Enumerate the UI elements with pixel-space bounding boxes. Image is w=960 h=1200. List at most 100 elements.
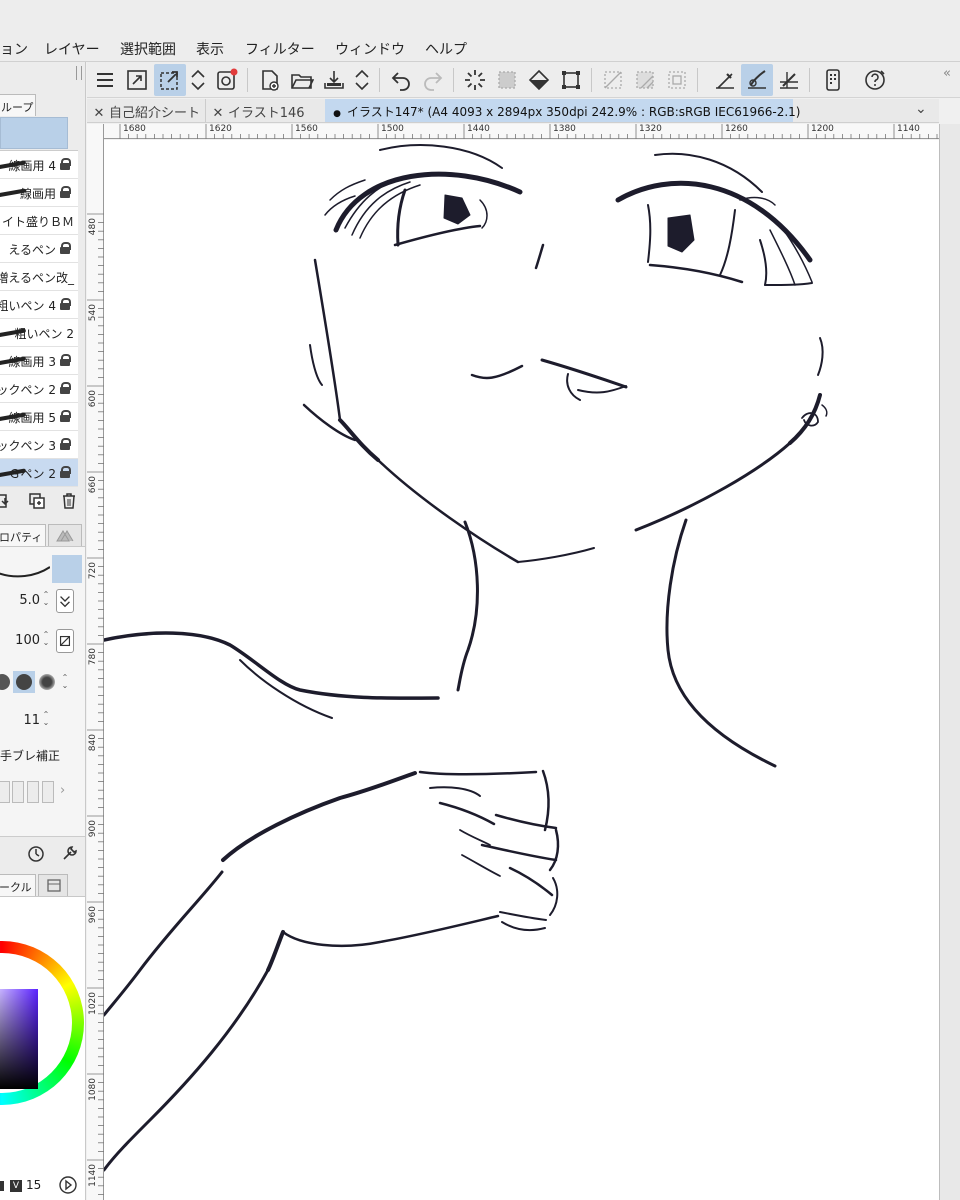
chevron-right-icon[interactable]: › xyxy=(60,783,65,798)
collapse-panel-icon[interactable]: « xyxy=(943,66,951,81)
menu-icon xyxy=(97,73,113,87)
tab-document-illust-147[interactable]: ● イラスト147* (A4 4093 x 2894px 350dpi 242.9… xyxy=(325,99,801,122)
undo-icon xyxy=(391,72,410,91)
menu-item-layer[interactable]: レイヤー xyxy=(44,39,100,59)
ruler-vertical: 480 540 600 660 720 780 840 900 960 1020… xyxy=(87,124,104,1200)
help-button[interactable] xyxy=(859,64,891,96)
opacity-value[interactable]: 100 xyxy=(15,633,40,648)
sub-tool-label: えるペン xyxy=(8,243,56,257)
redo-icon xyxy=(424,72,443,91)
pressure-slot[interactable] xyxy=(27,781,39,803)
brush-size-dynamics-button[interactable] xyxy=(56,589,74,613)
tip-option-hard[interactable] xyxy=(0,674,10,690)
tab-color-history[interactable] xyxy=(38,874,68,896)
tip-option-medium[interactable] xyxy=(16,674,32,690)
brush-stroke-preview xyxy=(0,566,50,578)
hsv-mode-badge[interactable]: V xyxy=(10,1180,22,1192)
tab-document-illust-146[interactable]: ✕ イラスト146 xyxy=(205,99,323,122)
lock-icon xyxy=(60,242,71,254)
snap-special-ruler-button[interactable] xyxy=(741,64,773,96)
drawing-canvas[interactable] xyxy=(102,140,939,1200)
snap-ruler-button[interactable] xyxy=(709,64,741,96)
export-button[interactable] xyxy=(318,64,350,96)
pressure-slot[interactable] xyxy=(12,781,24,803)
companion-mode-button[interactable] xyxy=(817,64,849,96)
fill-button[interactable] xyxy=(523,64,555,96)
link-selection-button[interactable] xyxy=(154,64,186,96)
transform-button[interactable] xyxy=(555,64,587,96)
menu-item-selection[interactable]: 選択範囲 xyxy=(120,39,176,59)
cloud-save-button[interactable] xyxy=(211,64,243,96)
import-icon[interactable] xyxy=(0,492,14,510)
lock-icon xyxy=(60,382,71,394)
panel-grip-icon[interactable] xyxy=(76,66,82,80)
export-icon xyxy=(324,71,344,89)
tone-button[interactable] xyxy=(629,64,661,96)
sub-tool-item[interactable]: 粗いペン 4 xyxy=(0,291,78,319)
menu-button[interactable] xyxy=(89,64,121,96)
reorder-button[interactable] xyxy=(186,64,208,96)
redo-button[interactable] xyxy=(417,64,449,96)
close-icon[interactable]: ✕ xyxy=(93,106,105,121)
sub-tool-item[interactable]: 線画用 xyxy=(0,179,78,207)
grid-button[interactable] xyxy=(597,64,629,96)
clear-button[interactable] xyxy=(459,64,491,96)
tabs-overflow-chevron-icon[interactable]: ⌄ xyxy=(915,101,927,117)
saturation-value-square[interactable] xyxy=(0,989,38,1089)
ruler-label: 1320 xyxy=(639,124,662,134)
sub-tool-item[interactable]: ックペン 3 xyxy=(0,431,78,459)
stabilization-value[interactable]: 11 xyxy=(23,713,40,728)
reorder-button-2[interactable] xyxy=(350,64,372,96)
sub-tool-item[interactable]: 増えるペン改_ xyxy=(0,263,78,291)
sub-tool-item[interactable]: イト盛りＢＭ xyxy=(0,207,78,235)
fit-screen-button[interactable] xyxy=(121,64,153,96)
brush-size-value[interactable]: 5.0 xyxy=(19,593,40,608)
pressure-slot[interactable] xyxy=(0,781,10,803)
brush-size-spinner[interactable]: ⌃ ⌄ xyxy=(41,591,51,609)
preview-lock-button[interactable] xyxy=(52,555,82,583)
duplicate-icon[interactable] xyxy=(28,492,46,510)
open-button[interactable] xyxy=(286,64,318,96)
timer-icon[interactable] xyxy=(26,843,46,863)
sub-tool-item[interactable]: 粗いペン 2 xyxy=(0,319,78,347)
trash-icon[interactable] xyxy=(60,492,78,510)
tab-brush-shape[interactable] xyxy=(48,524,82,546)
wrench-icon[interactable] xyxy=(60,843,80,863)
sub-tool-item-selected[interactable]: Ｇペン 2 xyxy=(0,459,78,487)
sub-tool-actions xyxy=(0,488,85,514)
frame-button[interactable] xyxy=(661,64,693,96)
pressure-slot[interactable] xyxy=(42,781,54,803)
sub-tool-item[interactable]: ックペン 2 xyxy=(0,375,78,403)
ruler-horizontal: 1680 1620 1560 1500 1440 1380 1320 1260 … xyxy=(104,124,939,139)
tab-sub-tool-group[interactable]: ループ xyxy=(0,94,36,116)
tab-document-intro-sheet[interactable]: ✕ 自己紹介シート xyxy=(87,99,203,122)
snap-grid-button[interactable] xyxy=(773,64,805,96)
sub-tool-item[interactable]: 線画用 4 xyxy=(0,151,78,179)
device-icon xyxy=(826,69,840,91)
menu-item-window[interactable]: ウィンドウ xyxy=(335,39,405,59)
tab-color-circle[interactable]: ークル xyxy=(0,874,36,896)
sub-tool-item[interactable]: えるペン xyxy=(0,235,78,263)
play-circle-icon[interactable] xyxy=(58,1175,78,1195)
tip-option-soft[interactable] xyxy=(39,674,55,690)
stabilization-spinner[interactable]: ⌃ ⌄ xyxy=(41,711,51,729)
menu-item-help[interactable]: ヘルプ xyxy=(425,39,467,59)
new-button[interactable] xyxy=(254,64,286,96)
sub-tool-item[interactable]: 線画用 5 xyxy=(0,403,78,431)
deselect-button[interactable] xyxy=(491,64,523,96)
tab-tool-property[interactable]: ロパティ xyxy=(0,524,46,546)
undo-button[interactable] xyxy=(385,64,417,96)
sub-tool-item[interactable]: 線画用 3 xyxy=(0,347,78,375)
toolbar-divider xyxy=(591,68,592,92)
close-icon[interactable]: ✕ xyxy=(212,106,224,121)
opacity-dynamics-button[interactable] xyxy=(56,629,74,653)
opacity-spinner[interactable]: ⌃ ⌄ xyxy=(41,631,51,649)
tip-spinner[interactable]: ⌃ ⌄ xyxy=(60,674,70,692)
deselect-icon xyxy=(498,71,516,89)
sub-tool-group-header[interactable] xyxy=(0,117,68,149)
menu-item-view[interactable]: 表示 xyxy=(196,39,224,59)
modified-dot-icon[interactable]: ● xyxy=(331,109,343,119)
menu-item-animation[interactable]: ョン xyxy=(0,39,28,59)
perspective-snap-icon xyxy=(780,72,798,89)
menu-item-filter[interactable]: フィルター xyxy=(245,39,315,59)
